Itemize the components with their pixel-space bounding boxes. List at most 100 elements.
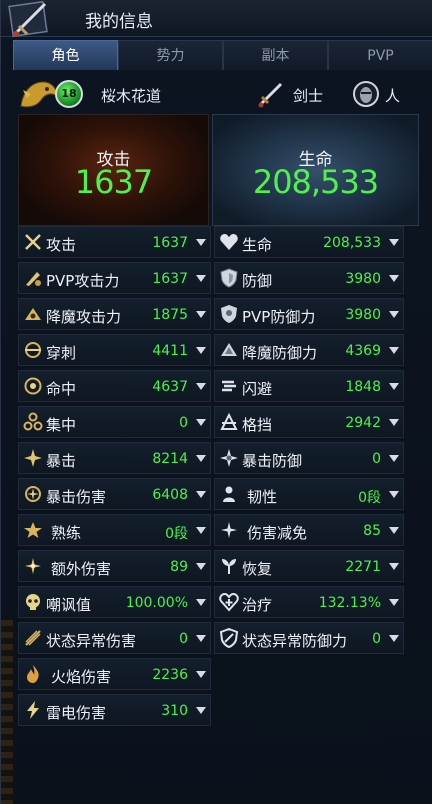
dropdown-arrow-icon[interactable]: [389, 455, 399, 462]
focus-icon: [23, 412, 43, 431]
stat-label: 暴击伤害: [46, 488, 107, 506]
stat-value: 1848: [345, 379, 381, 395]
dropdown-arrow-icon[interactable]: [196, 455, 206, 462]
stat-row-block[interactable]: 格挡 2942: [214, 406, 404, 438]
damage-reduction-icon: [221, 522, 237, 538]
status-defense-icon: [219, 628, 239, 648]
dropdown-arrow-icon[interactable]: [389, 635, 399, 642]
stat-row-toughness[interactable]: 韧性 0段: [214, 478, 404, 510]
critical-defense-icon: [220, 449, 238, 467]
dropdown-arrow-icon[interactable]: [196, 599, 206, 606]
dropdown-arrow-icon[interactable]: [389, 347, 399, 354]
dropdown-arrow-icon[interactable]: [196, 527, 206, 534]
dropdown-arrow-icon[interactable]: [196, 671, 206, 678]
tab-bar: 角色 势力 副本 PVP: [13, 40, 432, 72]
taunt-skull-icon: [26, 594, 40, 610]
stat-value: 2942: [345, 415, 381, 431]
stat-row-damage-reduction[interactable]: 伤害减免 85: [214, 514, 404, 546]
stat-row-hp[interactable]: 生命 208,533: [214, 226, 404, 258]
stat-row-pvp-attack[interactable]: PVP攻击力 1637: [18, 262, 211, 294]
stat-row-mastery[interactable]: 熟练 0段: [18, 514, 211, 546]
heart-icon: [220, 234, 238, 250]
attack-summary-value: 1637: [74, 163, 153, 201]
block-icon: [220, 412, 238, 430]
flame-icon: [27, 665, 39, 683]
stat-value: 89: [170, 559, 188, 575]
dropdown-arrow-icon[interactable]: [196, 239, 206, 246]
stat-value: 310: [161, 703, 188, 719]
stat-row-flame-damage[interactable]: 火焰伤害 2236: [18, 658, 211, 690]
stat-row-demon-attack[interactable]: 降魔攻击力 1875: [18, 298, 211, 330]
pvp-defense-icon: [221, 305, 237, 323]
stat-value: 0段: [358, 490, 381, 506]
stat-label: 生命: [242, 236, 273, 254]
tab-dungeon[interactable]: 副本: [223, 40, 328, 70]
character-header: 18 桜木花道 剑士 人: [13, 74, 432, 114]
stat-label: 恢复: [242, 560, 273, 578]
stat-label: 状态异常防御力: [242, 632, 348, 650]
dropdown-arrow-icon[interactable]: [389, 383, 399, 390]
dropdown-arrow-icon[interactable]: [389, 527, 399, 534]
stat-value: 0: [372, 451, 381, 467]
stat-row-taunt[interactable]: 嘲讽值 100.00%: [18, 586, 211, 618]
sword-emblem-icon: [8, 0, 48, 38]
stat-row-extra-damage[interactable]: 额外伤害 89: [18, 550, 211, 582]
pierce-icon: [25, 342, 41, 358]
dropdown-arrow-icon[interactable]: [389, 419, 399, 426]
dropdown-arrow-icon[interactable]: [389, 599, 399, 606]
stat-row-pvp-defense[interactable]: PVP防御力 3980: [214, 298, 404, 330]
stat-row-accuracy[interactable]: 命中 4637: [18, 370, 211, 402]
dropdown-arrow-icon[interactable]: [389, 275, 399, 282]
stat-row-lightning-damage[interactable]: 雷电伤害 310: [18, 694, 211, 726]
stat-value: 0: [372, 631, 381, 647]
dropdown-arrow-icon[interactable]: [196, 635, 206, 642]
crossed-swords-icon: [25, 234, 41, 250]
title-bar[interactable]: 我的信息: [1, 0, 432, 38]
stat-row-critical[interactable]: 暴击 8214: [18, 442, 211, 474]
stat-row-heal[interactable]: 治疗 132.13%: [214, 586, 404, 618]
dropdown-arrow-icon[interactable]: [196, 311, 206, 318]
stat-value: 2271: [345, 559, 381, 575]
tab-character[interactable]: 角色: [13, 40, 118, 70]
stat-row-defense[interactable]: 防御 3980: [214, 262, 404, 294]
stat-row-critical-damage[interactable]: 暴击伤害 6408: [18, 478, 211, 510]
stat-row-status-defense[interactable]: 状态异常防御力 0: [214, 622, 404, 654]
race-face-icon: [353, 81, 379, 107]
stat-value: 1875: [152, 307, 188, 323]
dropdown-arrow-icon[interactable]: [196, 563, 206, 570]
mastery-icon: [24, 522, 42, 538]
dropdown-arrow-icon[interactable]: [196, 707, 206, 714]
heal-icon: [219, 592, 239, 612]
dropdown-arrow-icon[interactable]: [196, 419, 206, 426]
stat-label: PVP攻击力: [46, 272, 120, 290]
dropdown-arrow-icon[interactable]: [389, 563, 399, 570]
dropdown-arrow-icon[interactable]: [389, 239, 399, 246]
stat-label: 集中: [46, 416, 77, 434]
dropdown-arrow-icon[interactable]: [389, 311, 399, 318]
stat-row-evasion[interactable]: 闪避 1848: [214, 370, 404, 402]
dropdown-arrow-icon[interactable]: [196, 491, 206, 498]
stat-row-pierce[interactable]: 穿刺 4411: [18, 334, 211, 366]
stat-label: 攻击: [46, 236, 77, 254]
stat-row-focus[interactable]: 集中 0: [18, 406, 211, 438]
stat-row-critical-defense[interactable]: 暴击防御 0: [214, 442, 404, 474]
stat-row-demon-defense[interactable]: 降魔防御力 4369: [214, 334, 404, 366]
dropdown-arrow-icon[interactable]: [196, 383, 206, 390]
dropdown-arrow-icon[interactable]: [196, 347, 206, 354]
tab-faction[interactable]: 势力: [118, 40, 223, 70]
dropdown-arrow-icon[interactable]: [389, 491, 399, 498]
sword-class-icon: [258, 82, 283, 108]
stat-label: 闪避: [242, 380, 273, 398]
stat-label: 韧性: [247, 488, 278, 506]
stat-row-attack[interactable]: 攻击 1637: [18, 226, 211, 258]
stat-label: 暴击: [46, 452, 77, 470]
stat-value: 4637: [152, 379, 188, 395]
stat-value: 1637: [152, 235, 188, 251]
stat-label: 穿刺: [46, 344, 77, 362]
stat-label: 状态异常伤害: [46, 632, 137, 650]
dropdown-arrow-icon[interactable]: [196, 275, 206, 282]
tab-pvp[interactable]: PVP: [328, 40, 432, 70]
stat-label: 雷电伤害: [46, 704, 107, 722]
stat-row-status-damage[interactable]: 状态异常伤害 0: [18, 622, 211, 654]
stat-row-recovery[interactable]: 恢复 2271: [214, 550, 404, 582]
